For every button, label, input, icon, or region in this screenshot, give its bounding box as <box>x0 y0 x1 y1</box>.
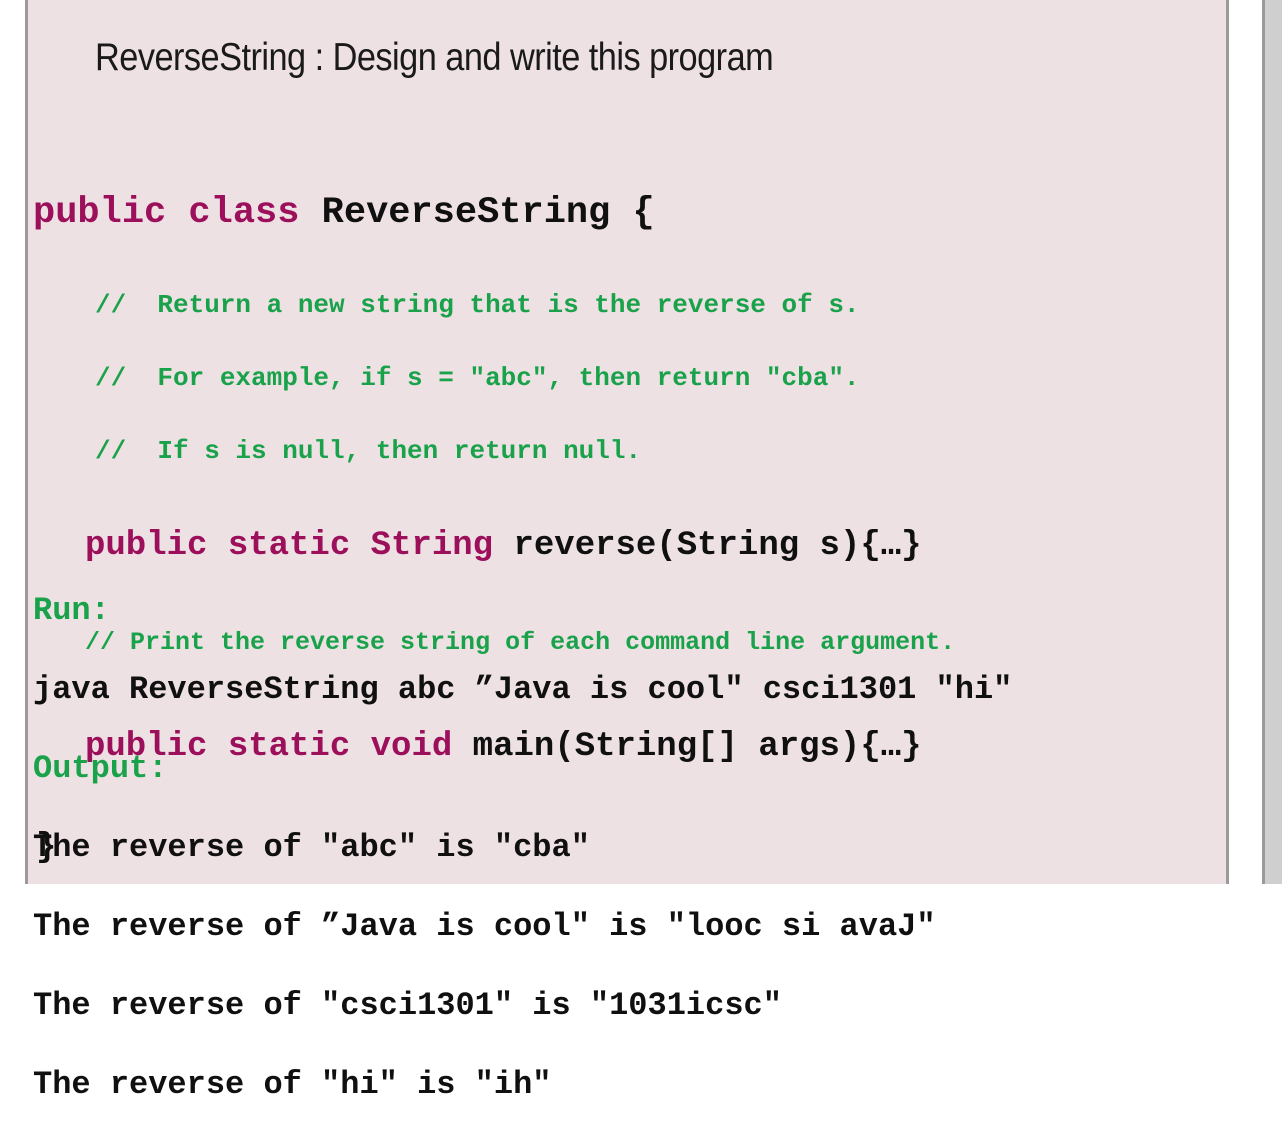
code-comment-line-1: // Return a new string that is the rever… <box>95 290 860 320</box>
output-line-3: The reverse of "csci1301" is "1031icsc" <box>33 987 782 1024</box>
code-line-class-declaration: public class ReverseString { <box>33 195 955 238</box>
output-line-2: The reverse of ”Java is cool" is "looc s… <box>33 908 936 945</box>
output-line-4: The reverse of "hi" is "ih" <box>33 1066 552 1103</box>
slide-content: ReverseString : Design and write this pr… <box>28 0 1232 1103</box>
page-title: ReverseString : Design and write this pr… <box>95 36 774 79</box>
run-label: Run: <box>33 592 110 629</box>
desktop-background-strip <box>1265 0 1282 884</box>
keyword-public-class: public class <box>33 192 322 234</box>
output-line-1: The reverse of "abc" is "cba" <box>33 829 590 866</box>
slide-page: ReverseString : Design and write this pr… <box>0 0 1282 1103</box>
class-name-reversestring: ReverseString { <box>321 192 655 234</box>
output-label: Output: <box>33 750 168 787</box>
code-comment-line-3: // If s is null, then return null. <box>95 436 642 466</box>
code-comment-line-2: // For example, if s = "abc", then retur… <box>95 363 860 393</box>
run-command-line: java ReverseString abc ”Java is cool" cs… <box>33 671 1013 708</box>
run-output-block: Run: java ReverseString abc ”Java is coo… <box>33 553 1012 1142</box>
slide-panel: ReverseString : Design and write this pr… <box>25 0 1232 1103</box>
